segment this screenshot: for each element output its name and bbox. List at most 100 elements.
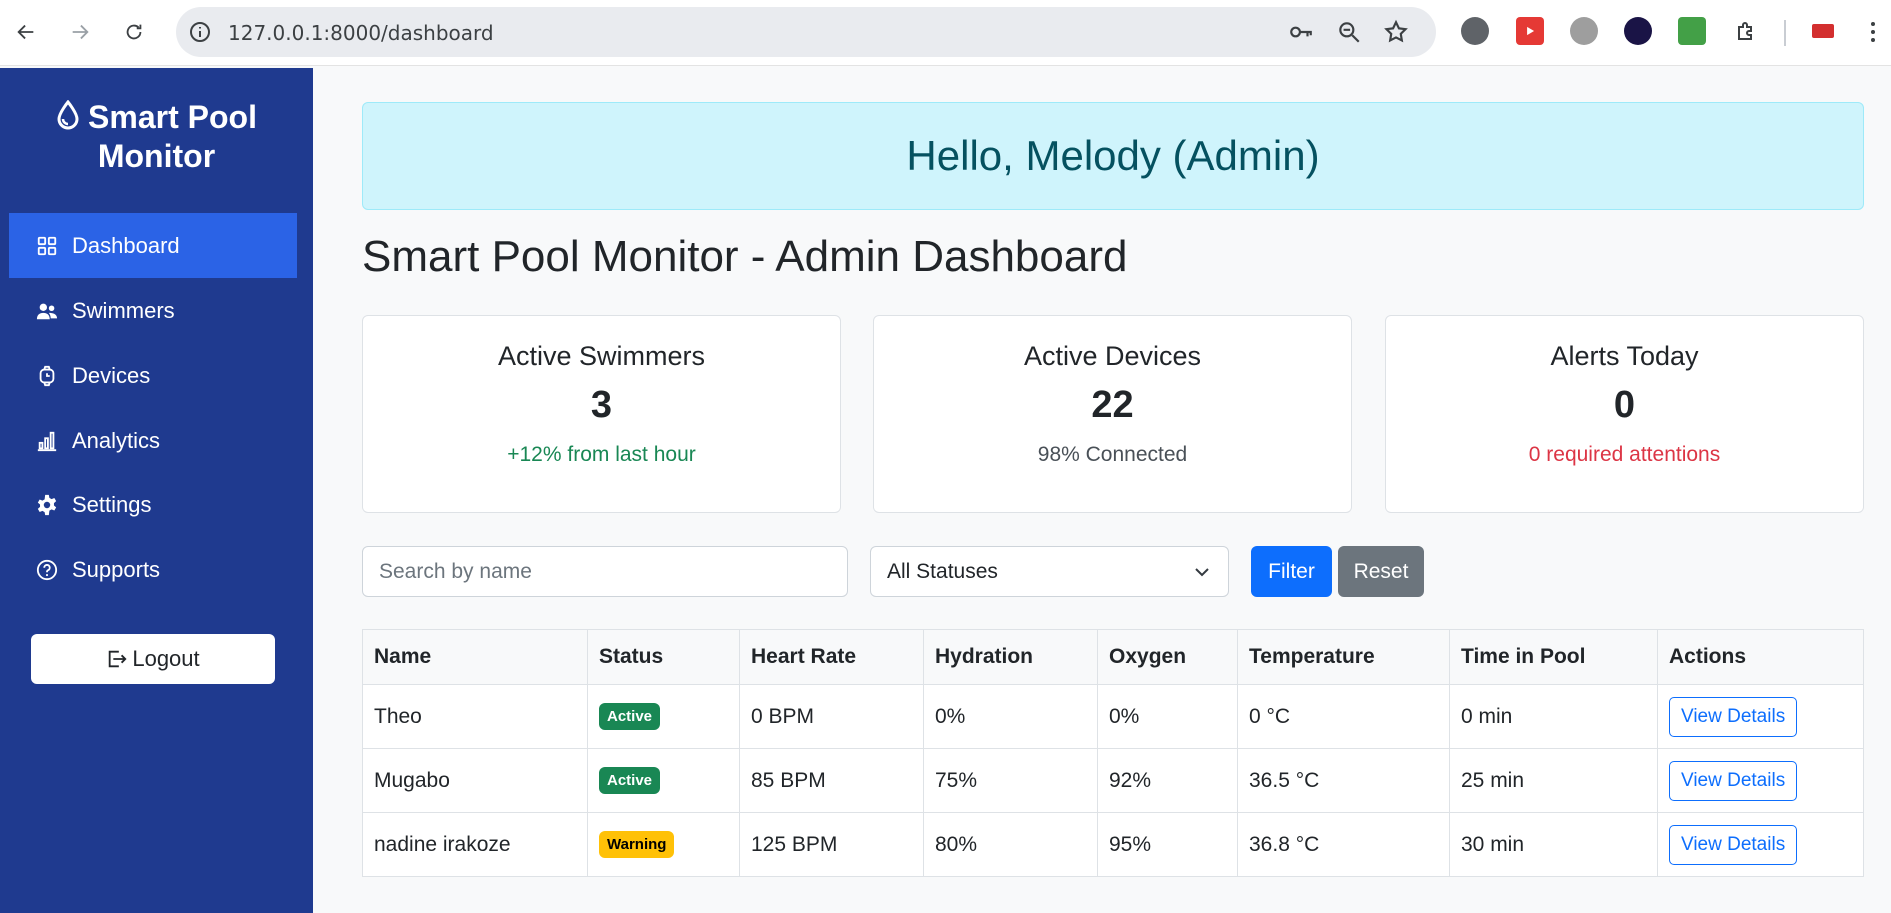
play-icon [1527, 26, 1535, 36]
sidebar-item-analytics[interactable]: Analytics [9, 408, 297, 473]
cell-heart-rate: 0 BPM [739, 684, 924, 749]
sidebar-item-label: Supports [72, 556, 161, 582]
address-bar[interactable]: 127.0.0.1:8000/dashboard [176, 7, 1436, 57]
column-header: Oxygen [1097, 629, 1238, 685]
sidebar-item-label: Swimmers [72, 297, 175, 323]
sidebar-item-dashboard[interactable]: Dashboard [9, 213, 297, 278]
star-icon[interactable] [1383, 19, 1409, 45]
card-value: 0 [1613, 384, 1636, 426]
arrow-left-icon [17, 24, 34, 40]
view-details-button[interactable]: View Details [1669, 696, 1798, 737]
cell-time-in-pool: 30 min [1449, 812, 1658, 877]
stat-card-alerts-today: Alerts Today 0 0 required attentions [1385, 315, 1864, 513]
extension-download-icon[interactable] [1678, 17, 1706, 45]
info-icon[interactable] [188, 20, 212, 44]
browser-toolbar: 127.0.0.1:8000/dashboard [0, 0, 1891, 66]
status-badge: Active [599, 703, 661, 730]
brand-line-1: Smart Pool [88, 99, 257, 135]
cell-hydration: 80% [923, 812, 1098, 877]
table-row: nadine irakoze Warning 125 BPM 80% 95% 3… [362, 812, 1864, 877]
sidebar-item-label: Settings [72, 491, 152, 517]
view-details-button[interactable]: View Details [1669, 760, 1798, 801]
extension-star-icon[interactable] [1624, 17, 1652, 45]
extension-play-icon[interactable] [1516, 17, 1544, 45]
forward-button[interactable] [62, 14, 98, 50]
menu-kebab-icon[interactable] [1868, 18, 1878, 46]
cell-actions: View Details [1657, 684, 1864, 749]
profile-icon[interactable] [1812, 24, 1834, 38]
sidebar-item-supports[interactable]: Supports [9, 537, 297, 602]
cell-actions: View Details [1657, 748, 1864, 813]
filter-button[interactable]: Filter [1251, 546, 1332, 597]
greeting-banner: Hello, Melody (Admin) [362, 102, 1864, 210]
zoom-icon[interactable] [1336, 19, 1362, 45]
column-header: Hydration [923, 629, 1098, 685]
table-header-row: Name Status Heart Rate Hydration Oxygen … [362, 629, 1864, 685]
extension-1-icon[interactable] [1461, 17, 1489, 45]
logout-label: Logout [132, 646, 200, 671]
status-badge: Warning [599, 831, 675, 858]
brand: Smart Pool Monitor [0, 98, 313, 176]
cell-time-in-pool: 25 min [1449, 748, 1658, 813]
cell-hydration: 75% [923, 748, 1098, 813]
toolbar-divider [1784, 20, 1786, 46]
card-subtext: 98% Connected [1037, 443, 1188, 466]
sidebar-item-label: Devices [72, 362, 151, 388]
table-row: Mugabo Active 85 BPM 75% 92% 36.5 °C 25 … [362, 748, 1864, 813]
sidebar-item-swimmers[interactable]: Swimmers [9, 278, 297, 343]
back-button[interactable] [8, 14, 44, 50]
sidebar-item-settings[interactable]: Settings [9, 472, 297, 537]
card-title: Alerts Today [1550, 341, 1699, 371]
column-header: Temperature [1237, 629, 1450, 685]
page-title: Smart Pool Monitor - Admin Dashboard [362, 232, 1128, 281]
cell-heart-rate: 125 BPM [739, 812, 924, 877]
card-value: 22 [1091, 384, 1134, 426]
brand-line-2: Monitor [97, 138, 216, 174]
extension-globe-icon[interactable] [1570, 17, 1598, 45]
view-details-button[interactable]: View Details [1669, 824, 1798, 865]
url-text[interactable]: 127.0.0.1:8000/dashboard [228, 21, 494, 45]
card-value: 3 [590, 384, 613, 426]
swimmers-table: Name Status Heart Rate Hydration Oxygen … [362, 629, 1864, 877]
status-select[interactable]: All Statuses [870, 546, 1229, 597]
logout-button[interactable]: Logout [31, 634, 275, 684]
cell-temperature: 0 °C [1237, 684, 1450, 749]
extensions-puzzle-icon[interactable] [1732, 17, 1760, 45]
stat-card-active-swimmers: Active Swimmers 3 +12% from last hour [362, 315, 841, 513]
status-badge: Active [599, 767, 661, 794]
reload-icon [126, 24, 142, 40]
arrow-right-icon [72, 24, 89, 40]
column-header: Name [362, 629, 588, 685]
cell-temperature: 36.8 °C [1237, 812, 1450, 877]
column-header: Heart Rate [739, 629, 924, 685]
card-title: Active Devices [1023, 341, 1202, 371]
watch-icon [39, 365, 55, 386]
reload-button[interactable] [116, 14, 152, 50]
sidebar-item-label: Dashboard [72, 232, 180, 258]
key-icon[interactable] [1288, 19, 1314, 45]
grid-icon [37, 236, 57, 255]
greeting-text: Hello, Melody (Admin) [906, 132, 1320, 179]
reset-button[interactable]: Reset [1338, 546, 1424, 597]
people-icon [36, 303, 58, 319]
table-row: Theo Active 0 BPM 0% 0% 0 °C 0 min View … [362, 684, 1864, 749]
cell-oxygen: 92% [1097, 748, 1238, 813]
sidebar: Smart Pool Monitor Dashboard Swimmers De… [0, 68, 313, 913]
cell-time-in-pool: 0 min [1449, 684, 1658, 749]
column-header: Time in Pool [1449, 629, 1658, 685]
sidebar-item-devices[interactable]: Devices [9, 343, 297, 408]
card-subtext: 0 required attentions [1528, 443, 1721, 466]
card-title: Active Swimmers [497, 341, 706, 371]
cell-status: Active [587, 684, 740, 749]
cell-heart-rate: 85 BPM [739, 748, 924, 813]
chevron-down-icon [1195, 568, 1209, 577]
water-drop-icon [57, 100, 79, 130]
cell-actions: View Details [1657, 812, 1864, 877]
stat-card-active-devices: Active Devices 22 98% Connected [873, 315, 1352, 513]
status-select-value: All Statuses [887, 559, 998, 583]
cell-hydration: 0% [923, 684, 1098, 749]
gear-icon [37, 494, 57, 515]
card-subtext: +12% from last hour [507, 443, 696, 466]
cell-temperature: 36.5 °C [1237, 748, 1450, 813]
search-input[interactable] [362, 546, 848, 597]
